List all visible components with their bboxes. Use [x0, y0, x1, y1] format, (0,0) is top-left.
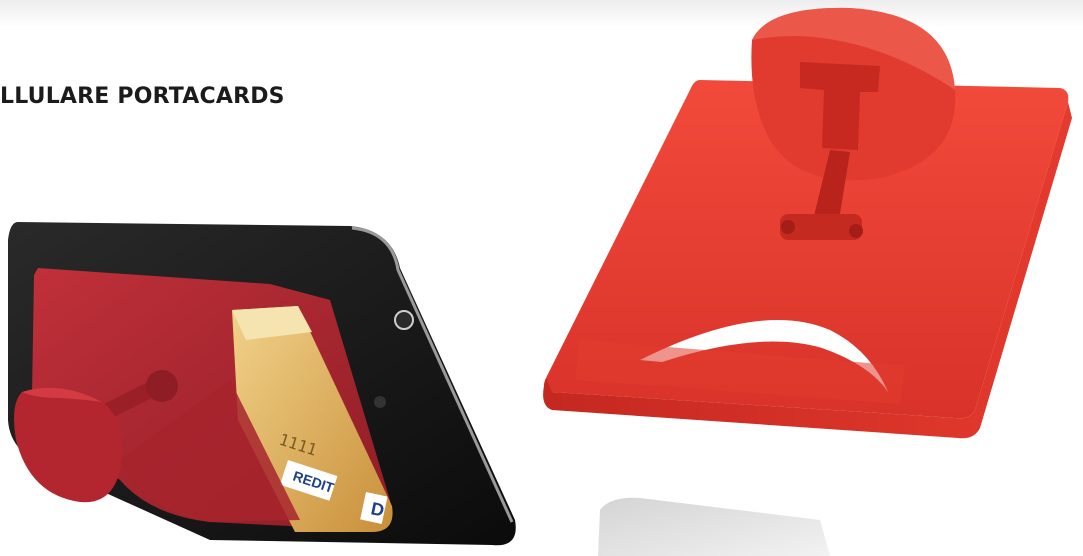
stand-foot [14, 387, 122, 503]
card-holder-plate [543, 7, 1072, 439]
grey-card-corner [598, 497, 830, 556]
product-photo: 1111 REDIT D [8, 7, 1072, 556]
phone-with-holder: 1111 REDIT D [8, 222, 516, 546]
camera-icon [394, 310, 414, 330]
